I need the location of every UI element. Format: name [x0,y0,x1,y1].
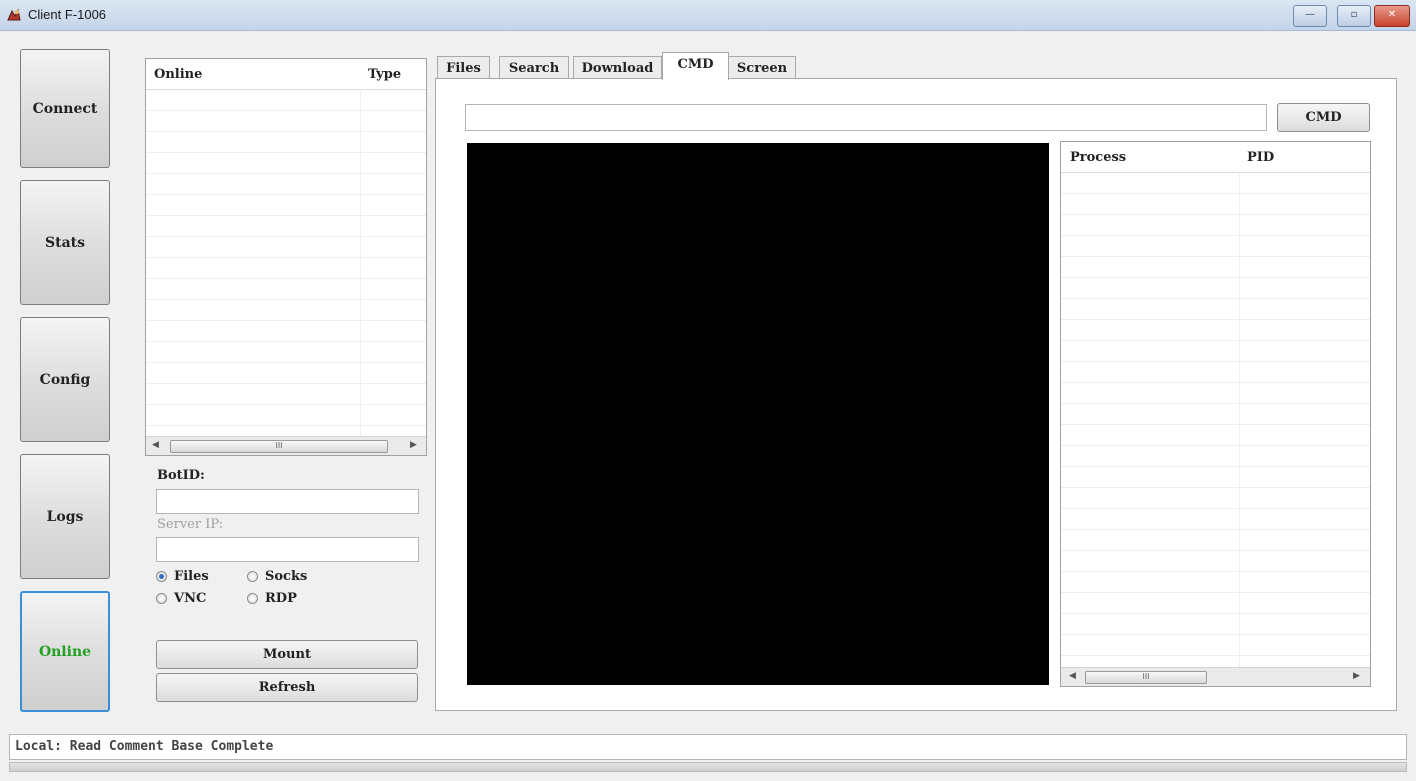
scroll-left-arrow-icon[interactable]: ◀ [152,440,159,450]
table-row [146,405,426,426]
app-icon [7,8,21,21]
process-list-header: Process PID [1061,142,1370,173]
table-row [1061,194,1370,215]
table-row [146,195,426,216]
table-row [146,90,426,111]
radio-dot-icon [156,593,167,604]
table-row [1061,467,1370,488]
table-row [1061,530,1370,551]
table-row [146,279,426,300]
table-row [1061,488,1370,509]
table-row [1061,614,1370,635]
status-bar [9,762,1407,772]
table-row [1061,572,1370,593]
radio-dot-icon [156,571,167,582]
table-row [1061,593,1370,614]
scroll-left-arrow-icon[interactable]: ◀ [1069,671,1076,681]
tab-cmd[interactable]: CMD [662,52,729,80]
server-ip-label: Server IP: [157,517,223,532]
table-row [146,174,426,195]
radio-rdp[interactable]: RDP [247,591,297,606]
client-area: Connect Stats Config Logs Online Online … [5,32,1411,777]
table-row [1061,299,1370,320]
cmd-button[interactable]: CMD [1277,103,1370,132]
column-process[interactable]: Process [1070,150,1126,165]
status-text: Local: Read Comment Base Complete [9,734,1407,760]
tab-files[interactable]: Files [437,56,490,79]
online-button[interactable]: Online [20,591,110,712]
table-row [146,363,426,384]
table-row [1061,341,1370,362]
online-rows [146,90,426,426]
tab-search[interactable]: Search [499,56,569,79]
column-online[interactable]: Online [154,67,202,82]
table-row [146,237,426,258]
radio-socks[interactable]: Socks [247,569,307,584]
radio-files-label: Files [174,569,209,584]
connect-button[interactable]: Connect [20,49,110,168]
process-rows [1061,173,1370,656]
radio-files[interactable]: Files [156,569,209,584]
online-list-hscrollbar[interactable]: ◀ III ▶ [146,436,426,455]
window-title: Client F-1006 [28,7,107,22]
online-list[interactable]: Online Type ◀ III ▶ [145,58,427,456]
maximize-button[interactable]: ▫ [1337,5,1371,27]
stats-button[interactable]: Stats [20,180,110,305]
table-row [1061,425,1370,446]
column-type[interactable]: Type [368,67,401,82]
table-row [146,300,426,321]
radio-socks-label: Socks [265,569,308,584]
scroll-right-arrow-icon[interactable]: ▶ [410,440,417,450]
mount-button[interactable]: Mount [156,640,418,669]
table-row [1061,383,1370,404]
radio-rdp-label: RDP [265,591,297,606]
botid-field[interactable] [156,489,419,514]
table-row [146,153,426,174]
radio-vnc[interactable]: VNC [156,591,206,606]
scroll-right-arrow-icon[interactable]: ▶ [1353,671,1360,681]
title-bar: Client F-1006 — ▫ ✕ [0,0,1416,31]
server-ip-field[interactable] [156,537,419,562]
table-row [1061,257,1370,278]
scroll-thumb[interactable]: III [170,440,388,453]
table-row [146,111,426,132]
table-row [146,258,426,279]
table-row [146,321,426,342]
tab-download[interactable]: Download [573,56,662,79]
table-row [1061,551,1370,572]
logs-button[interactable]: Logs [20,454,110,579]
radio-vnc-label: VNC [174,591,207,606]
radio-dot-icon [247,571,258,582]
table-row [1061,362,1370,383]
minimize-button[interactable]: — [1293,5,1327,27]
refresh-button[interactable]: Refresh [156,673,418,702]
table-row [146,216,426,237]
process-list-hscrollbar[interactable]: ◀ III ▶ [1061,667,1370,686]
table-row [146,132,426,153]
close-button[interactable]: ✕ [1374,5,1410,27]
cmd-input[interactable] [465,104,1267,131]
config-button[interactable]: Config [20,317,110,442]
process-list[interactable]: Process PID ◀ III ▶ [1060,141,1371,687]
online-list-header: Online Type [146,59,426,90]
table-row [1061,278,1370,299]
scroll-thumb[interactable]: III [1085,671,1207,684]
table-row [1061,236,1370,257]
table-row [1061,173,1370,194]
botid-label: BotID: [157,468,205,483]
table-row [1061,446,1370,467]
table-row [1061,404,1370,425]
cmd-tab-pane: CMD Process PID ◀ III ▶ [435,78,1397,711]
tab-screen[interactable]: Screen [728,56,796,79]
column-pid[interactable]: PID [1247,150,1274,165]
table-row [1061,320,1370,341]
radio-dot-icon [247,593,258,604]
table-row [1061,635,1370,656]
table-row [1061,215,1370,236]
cmd-output-console[interactable] [467,143,1049,685]
table-row [146,384,426,405]
table-row [146,342,426,363]
table-row [1061,509,1370,530]
